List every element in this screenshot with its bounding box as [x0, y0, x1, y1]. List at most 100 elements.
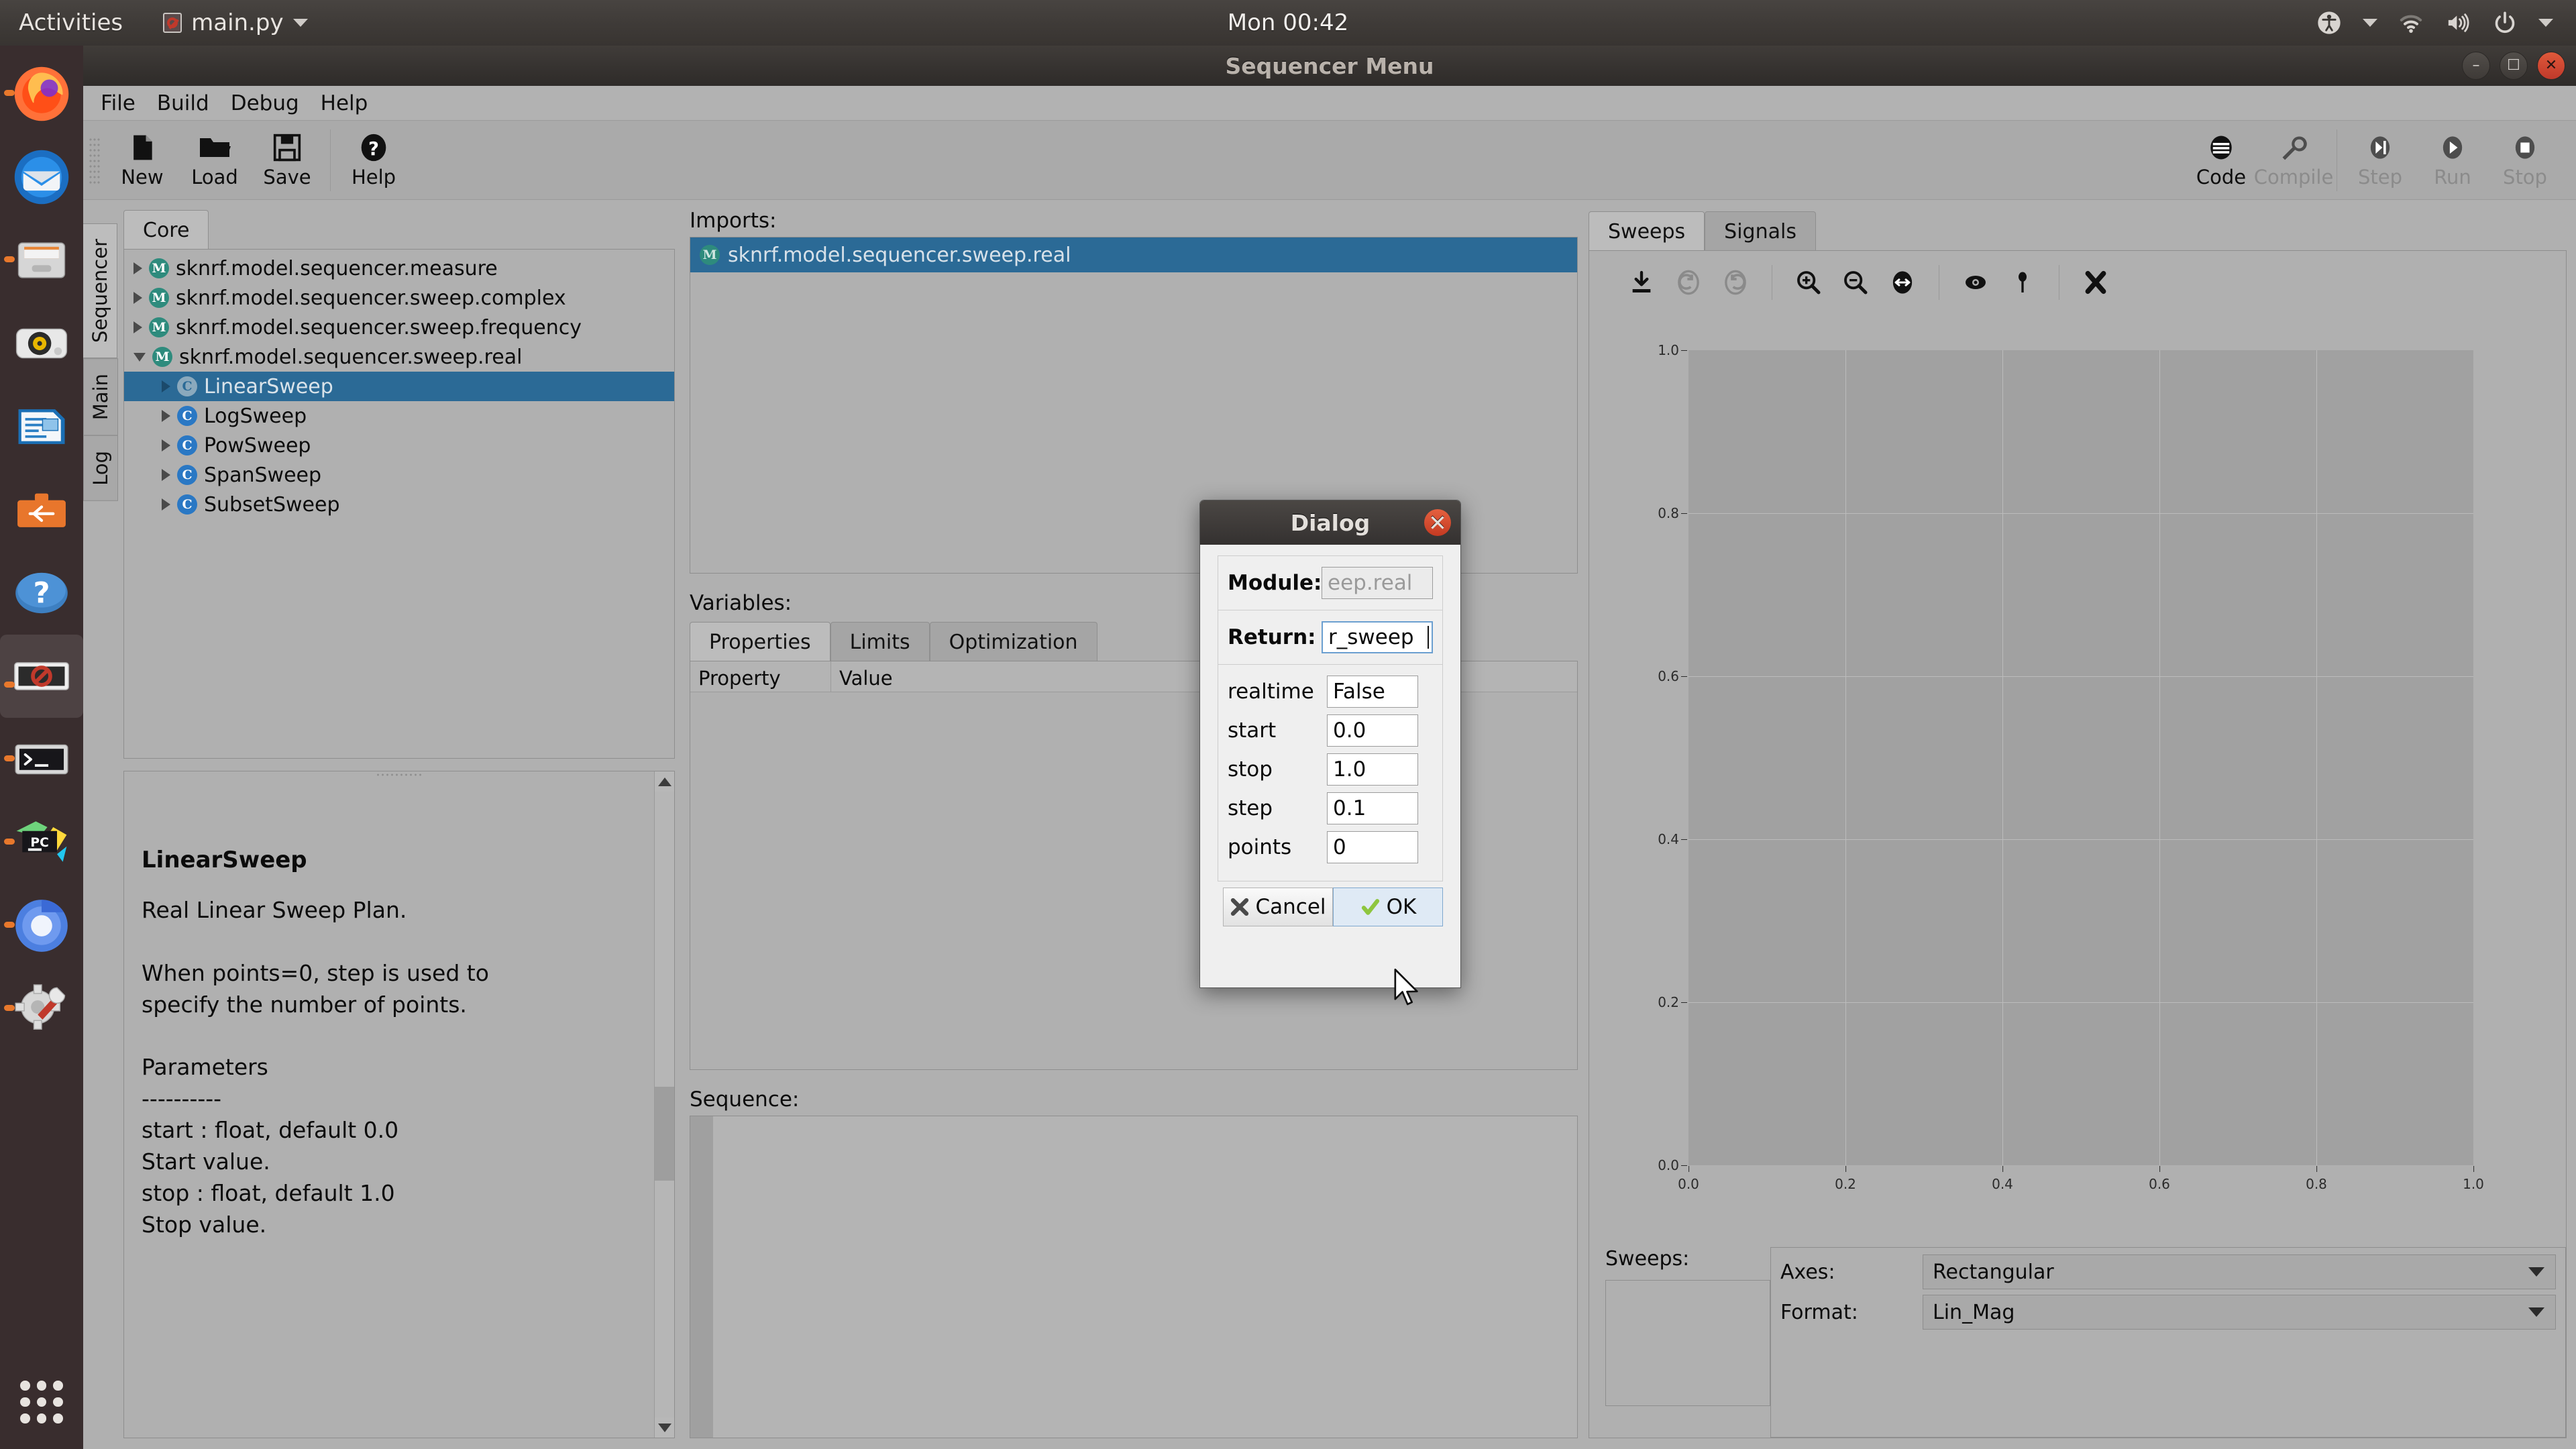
tab-optimization[interactable]: Optimization — [929, 622, 1097, 661]
visibility-eye-icon[interactable] — [1958, 265, 1993, 300]
tree-row[interactable]: C PowSweep — [124, 431, 674, 460]
tab-core[interactable]: Core — [123, 210, 209, 249]
chevron-down-icon[interactable] — [133, 352, 146, 362]
vtab-log[interactable]: Log — [83, 435, 118, 502]
chevron-right-icon[interactable] — [133, 292, 142, 304]
step-button[interactable]: Step — [2344, 124, 2416, 197]
dock-item-rhythmbox[interactable] — [0, 302, 83, 385]
tab-signals[interactable]: Signals — [1705, 211, 1816, 250]
tree-row[interactable]: C LogSweep — [124, 401, 674, 431]
stop-button[interactable]: Stop — [2489, 124, 2561, 197]
dock-item-terminal[interactable] — [0, 718, 83, 801]
zoom-in-icon[interactable] — [1791, 265, 1826, 300]
ok-button[interactable]: OK — [1333, 888, 1443, 926]
power-icon[interactable] — [2491, 9, 2518, 36]
cancel-button[interactable]: Cancel — [1223, 888, 1333, 926]
save-button[interactable]: Save — [251, 124, 323, 197]
tree-row[interactable]: M sknrf.model.sequencer.sweep.real — [124, 342, 674, 372]
compile-button[interactable]: Compile — [2254, 124, 2333, 197]
plot-axes-area[interactable]: 1.0 0.8 0.6 0.4 0.2 0.0 0.0 0.2 0.4 0.6 … — [1658, 342, 2484, 1192]
axes-select[interactable]: Rectangular — [1923, 1254, 2556, 1289]
chevron-right-icon[interactable] — [133, 321, 142, 333]
param-row: realtime False — [1228, 676, 1433, 708]
dock-item-pycharm[interactable]: PC — [0, 801, 83, 884]
chevron-right-icon[interactable] — [162, 469, 170, 481]
app-menu-button[interactable]: main.py — [163, 9, 308, 36]
tree-row[interactable]: M sknrf.model.sequencer.sweep.frequency — [124, 313, 674, 342]
scrollbar-thumb[interactable] — [655, 1087, 674, 1181]
close-button[interactable]: ✕ — [2537, 52, 2565, 80]
gnome-top-bar: Activities main.py Mon 00:42 — [0, 0, 2576, 46]
panel-splitter-handle[interactable] — [376, 773, 423, 777]
dock-item-files[interactable] — [0, 219, 83, 302]
doc-scrollbar[interactable] — [654, 771, 674, 1438]
toolbar-grip[interactable] — [89, 136, 101, 184]
tree-row[interactable]: C SpanSweep — [124, 460, 674, 490]
vtab-main[interactable]: Main — [83, 358, 118, 436]
chevron-down-icon[interactable] — [2538, 19, 2553, 27]
chevron-right-icon[interactable] — [162, 380, 170, 392]
dock-item-thunderbird[interactable] — [0, 136, 83, 219]
chevron-right-icon[interactable] — [162, 439, 170, 451]
redo-icon[interactable] — [1718, 265, 1753, 300]
volume-icon[interactable] — [2445, 9, 2471, 36]
sequence-editor[interactable] — [690, 1116, 1578, 1438]
chevron-right-icon[interactable] — [162, 498, 170, 511]
clock[interactable]: Mon 00:42 — [0, 9, 2576, 36]
tab-limits[interactable]: Limits — [830, 622, 930, 661]
menu-file[interactable]: File — [101, 91, 136, 115]
minimize-button[interactable]: – — [2462, 52, 2490, 80]
import-list-item[interactable]: M sknrf.model.sequencer.sweep.real — [690, 237, 1577, 272]
undo-icon[interactable] — [1671, 265, 1706, 300]
format-select[interactable]: Lin_Mag — [1923, 1295, 2556, 1330]
code-button[interactable]: Code — [2185, 124, 2257, 197]
dock-item-settings-tools[interactable] — [0, 967, 83, 1051]
chevron-right-icon[interactable] — [133, 262, 142, 274]
chevron-right-icon[interactable] — [162, 410, 170, 422]
load-button[interactable]: Load — [178, 124, 251, 197]
zoom-out-icon[interactable] — [1838, 265, 1873, 300]
plot-canvas[interactable]: 1.0 0.8 0.6 0.4 0.2 0.0 0.0 0.2 0.4 0.6 … — [1589, 314, 2566, 1243]
menu-build[interactable]: Build — [157, 91, 209, 115]
wifi-icon[interactable] — [2398, 9, 2424, 36]
return-field[interactable]: r_sweep — [1322, 621, 1433, 653]
tree-row[interactable]: M sknrf.model.sequencer.sweep.complex — [124, 283, 674, 313]
points-field[interactable]: 0 — [1327, 831, 1418, 863]
realtime-field[interactable]: False — [1327, 676, 1418, 708]
sweeps-list[interactable] — [1605, 1280, 1770, 1406]
run-button[interactable]: Run — [2416, 124, 2489, 197]
close-icon[interactable]: ✕ — [1424, 509, 1451, 536]
clear-x-icon[interactable] — [2078, 265, 2113, 300]
scroll-up-icon[interactable] — [655, 771, 674, 792]
scroll-down-icon[interactable] — [655, 1417, 674, 1438]
activities-button[interactable]: Activities — [19, 9, 123, 36]
autoscale-icon[interactable] — [1885, 265, 1920, 300]
dock-item-sequencer-app[interactable] — [0, 635, 83, 718]
new-button[interactable]: New — [106, 124, 178, 197]
menu-debug[interactable]: Debug — [231, 91, 299, 115]
save-icon[interactable] — [1624, 265, 1659, 300]
dock-item-help[interactable]: ? — [0, 551, 83, 635]
tree-row[interactable]: C SubsetSweep — [124, 490, 674, 519]
tab-sweeps[interactable]: Sweeps — [1589, 211, 1705, 250]
tab-properties[interactable]: Properties — [690, 622, 830, 661]
chevron-down-icon[interactable] — [2363, 19, 2377, 27]
start-field[interactable]: 0.0 — [1327, 714, 1418, 747]
dock-item-firefox[interactable] — [0, 52, 83, 136]
stop-field[interactable]: 1.0 — [1327, 753, 1418, 786]
dock-item-ubuntu-software[interactable] — [0, 468, 83, 551]
column-header-property[interactable]: Property — [690, 661, 831, 692]
help-button[interactable]: ? Help — [337, 124, 410, 197]
dock-item-libreoffice-writer[interactable] — [0, 385, 83, 468]
tree-row-selected[interactable]: C LinearSweep — [124, 372, 674, 401]
marker-pin-icon[interactable] — [2005, 265, 2040, 300]
vtab-sequencer[interactable]: Sequencer — [83, 223, 117, 358]
module-tree[interactable]: M sknrf.model.sequencer.measure M sknrf.… — [123, 249, 675, 759]
dock-item-chromium[interactable] — [0, 884, 83, 967]
show-applications-icon[interactable] — [11, 1371, 72, 1433]
tree-row[interactable]: M sknrf.model.sequencer.measure — [124, 254, 674, 283]
maximize-button[interactable]: ☐ — [2500, 52, 2528, 80]
menu-help[interactable]: Help — [321, 91, 368, 115]
step-field[interactable]: 0.1 — [1327, 792, 1418, 824]
accessibility-icon[interactable] — [2316, 9, 2343, 36]
